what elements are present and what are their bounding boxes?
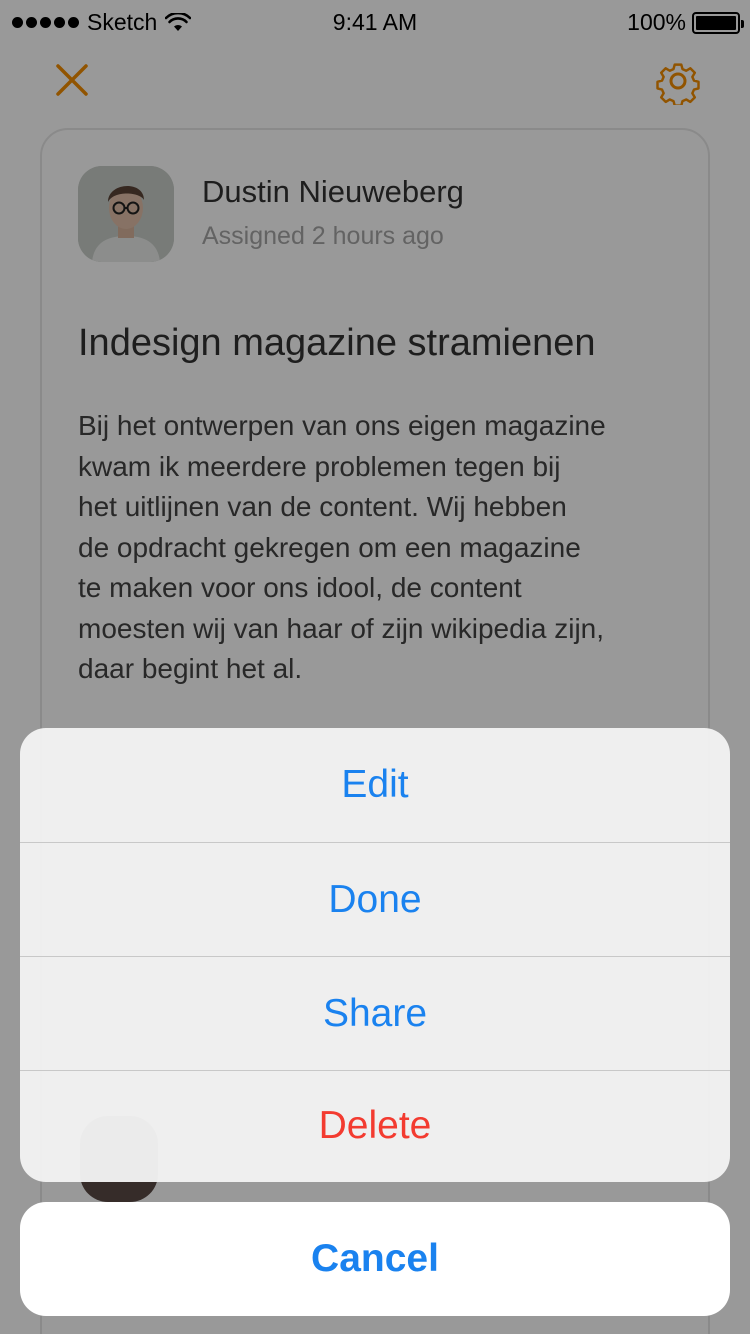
done-button[interactable]: Done — [20, 842, 730, 956]
delete-button[interactable]: Delete — [20, 1070, 730, 1180]
cancel-button[interactable]: Cancel — [20, 1202, 730, 1316]
action-sheet: Edit Done Share Delete — [20, 728, 730, 1182]
edit-button[interactable]: Edit — [20, 728, 730, 842]
share-button[interactable]: Share — [20, 956, 730, 1070]
